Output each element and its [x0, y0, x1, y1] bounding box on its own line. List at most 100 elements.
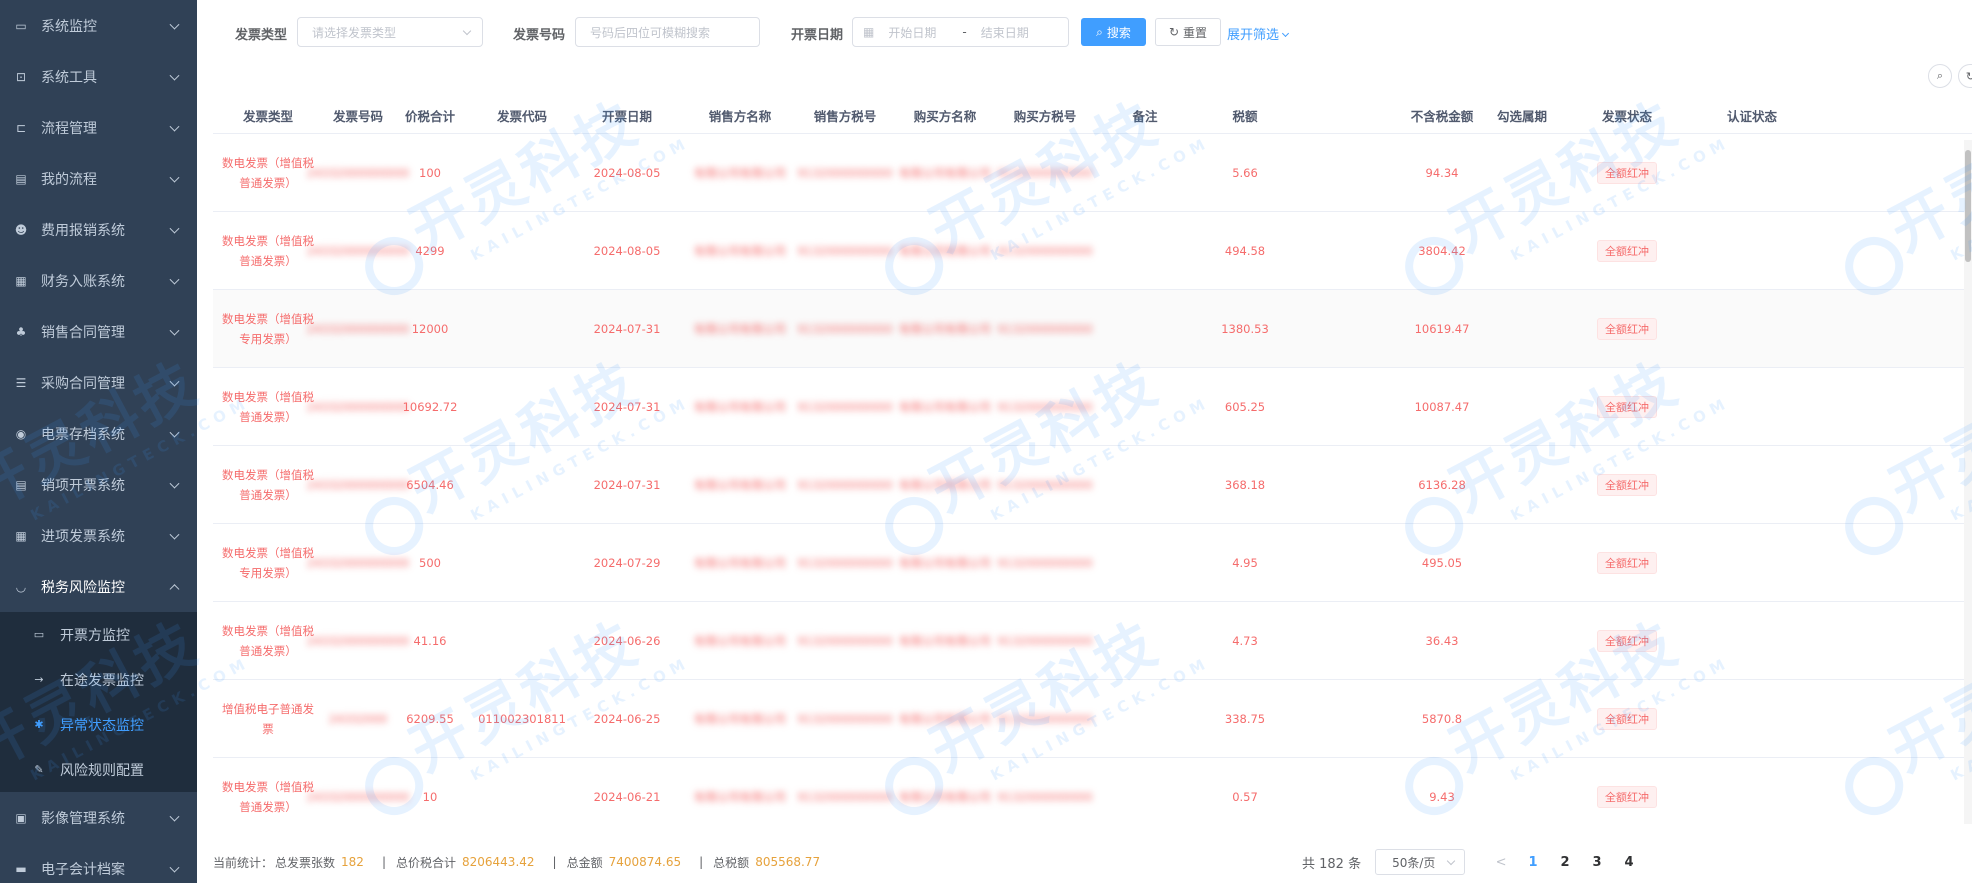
cell-status[interactable]: 全额红冲	[1572, 446, 1682, 524]
cell-status[interactable]: 全额红冲	[1572, 524, 1682, 602]
page-2-button[interactable]: 2	[1549, 855, 1581, 870]
cell-tax: 494.58	[1195, 212, 1295, 290]
table-row[interactable]: 数电发票（增值税普通发票） 24332000000000 10692.72 2024-…	[213, 368, 1972, 446]
sidebar-subitem[interactable]: ✎ 风险规则配置	[0, 747, 197, 792]
summary-footer: 当前统计： 总发票张数 182 | 总价税合计 8206443.42 | 总金额…	[213, 851, 828, 873]
cell-buyer: 有限公司有限公司	[895, 134, 995, 212]
column-header[interactable]: 销售方税号	[795, 96, 895, 134]
sidebar-item[interactable]: ☰ 采购合同管理	[0, 357, 197, 408]
sidebar-item-label: 财务入账系统	[41, 273, 125, 290]
column-header[interactable]: 发票号码	[313, 96, 403, 134]
divider: |	[552, 855, 557, 869]
app-root: ▭ 系统监控 ⊡ 系统工具 ⊏ 流程管理 ▤ 我的流程 ☻ 费用报销系统 ▦ 财务入账系统 ♣ 销售合同管…	[0, 0, 1972, 883]
cell-text: 5870.8	[1421, 712, 1463, 726]
column-header[interactable]: 发票状态	[1572, 96, 1682, 134]
invoice-no-input[interactable]: 号码后四位可模糊搜索	[575, 17, 760, 47]
sidebar-item[interactable]: ▬ 电子会计档案	[0, 843, 197, 883]
cell-note	[1095, 446, 1195, 524]
cell-date: 2024-07-31	[572, 368, 682, 446]
cell-date: 2024-07-31	[572, 290, 682, 368]
sidebar-item[interactable]: ▦ 财务入账系统	[0, 255, 197, 306]
sidebar-subitem[interactable]: ✱ 异常状态监控	[0, 702, 197, 747]
table-row[interactable]: 数电发票（增值税专用发票） 24332000000000 500 2024-07-29…	[213, 524, 1972, 602]
cell-text: 5.66	[1232, 166, 1258, 180]
prev-page-button[interactable]: <	[1491, 855, 1511, 870]
sidebar-item[interactable]: ⊡ 系统工具	[0, 51, 197, 102]
table-row[interactable]: 数电发票（增值税普通发票） 24332000000000 10 2024-06-21 有…	[213, 758, 1972, 824]
cell-text: 有限公司有限公司	[899, 634, 991, 648]
cell-status[interactable]: 全额红冲	[1572, 758, 1682, 824]
column-header[interactable]: 认证状态	[1697, 96, 1807, 134]
expand-filter-link[interactable]: 展开筛选	[1227, 24, 1290, 43]
table-icon: ▦	[15, 528, 27, 543]
date-start-input[interactable]: 开始日期	[888, 24, 948, 41]
pagination: 共 182 条 50条/页 < 1234	[1302, 849, 1645, 875]
column-header[interactable]: 开票日期	[572, 96, 682, 134]
column-header[interactable]: 发票代码	[472, 96, 572, 134]
sidebar-subitem[interactable]: ▭ 开票方监控	[0, 612, 197, 657]
column-header[interactable]: 发票类型	[213, 96, 323, 134]
sidebar-item[interactable]: ◉ 电票存档系统	[0, 408, 197, 459]
cell-status[interactable]: 全额红冲	[1572, 212, 1682, 290]
cell-status[interactable]: 全额红冲	[1572, 680, 1682, 758]
column-header[interactable]: 税额	[1195, 96, 1295, 134]
invoice-type-label: 发票类型	[235, 28, 288, 43]
column-header[interactable]: 勾选属期	[1472, 96, 1572, 134]
cell-seller-tax: 9132000000000	[795, 758, 895, 824]
column-header[interactable]: 销售方名称	[675, 96, 805, 134]
refresh-table-button[interactable]: ↻	[1958, 64, 1972, 88]
sidebar-item[interactable]: ♣ 销售合同管理	[0, 306, 197, 357]
page-4-button[interactable]: 4	[1613, 855, 1645, 870]
sidebar-item[interactable]: ◡ 税务风险监控	[0, 561, 197, 612]
date-end-input[interactable]: 结束日期	[981, 24, 1029, 41]
cell-buyer-tax: 9132000000000	[995, 446, 1095, 524]
cell-status[interactable]: 全额红冲	[1572, 368, 1682, 446]
sidebar-item[interactable]: ⊏ 流程管理	[0, 102, 197, 153]
sidebar-item[interactable]: ☻ 费用报销系统	[0, 204, 197, 255]
column-header[interactable]: 购买方名称	[895, 96, 995, 134]
cell-text: 9132000000000	[797, 478, 893, 492]
chevron-down-icon	[169, 427, 180, 438]
date-range-picker[interactable]: ▦ 开始日期 - 结束日期	[852, 17, 1069, 47]
cell-buyer-tax: 9132000000000	[995, 602, 1095, 680]
cell-auth	[1697, 524, 1807, 602]
search-button[interactable]: ⌕ 搜索	[1081, 18, 1146, 46]
sidebar-item[interactable]: ▭ 系统监控	[0, 0, 197, 51]
cell-seller-tax: 9132000000000	[795, 524, 895, 602]
column-header[interactable]: 备注	[1095, 96, 1195, 134]
page-1-button[interactable]: 1	[1517, 855, 1549, 870]
page-size-select[interactable]: 50条/页	[1375, 849, 1466, 875]
sidebar-item[interactable]: ▦ 进项发票系统	[0, 510, 197, 561]
toggle-search-button[interactable]: ⌕	[1928, 64, 1952, 88]
chevron-down-icon	[169, 325, 180, 336]
sidebar-item[interactable]: ▣ 影像管理系统	[0, 792, 197, 843]
cell-note	[1095, 758, 1195, 824]
cell-tax: 368.18	[1195, 446, 1295, 524]
cell-total: 6504.46	[395, 446, 465, 524]
reset-button[interactable]: ↻ 重置	[1155, 18, 1221, 46]
status-badge: 全额红冲	[1597, 396, 1657, 418]
sidebar-item[interactable]: ▤ 我的流程	[0, 153, 197, 204]
table-scrollbar[interactable]	[1964, 140, 1972, 824]
cell-status[interactable]: 全额红冲	[1572, 602, 1682, 680]
cell-note	[1095, 212, 1195, 290]
table-row[interactable]: 数电发票（增值税普通发票） 24332000000000 100 2024-08-05…	[213, 134, 1972, 212]
invoice-type-select[interactable]: 请选择发票类型	[297, 17, 483, 47]
scrollbar-thumb[interactable]	[1965, 150, 1971, 262]
table-row[interactable]: 数电发票（增值税专用发票） 24332000000000 12000 2024-07-…	[213, 290, 1972, 368]
cell-status[interactable]: 全额红冲	[1572, 134, 1682, 212]
cell-status[interactable]: 全额红冲	[1572, 290, 1682, 368]
table-row[interactable]: 数电发票（增值税普通发票） 24332000000000 4299 2024-08-0…	[213, 212, 1972, 290]
cell-text: 338.75	[1224, 712, 1266, 726]
sidebar-subitem[interactable]: → 在途发票监控	[0, 657, 197, 702]
cell-auth	[1697, 212, 1807, 290]
page-3-button[interactable]: 3	[1581, 855, 1613, 870]
cell-text: 9132000000000	[997, 166, 1093, 180]
table-row[interactable]: 增值税电子普通发票 24332000 6209.55 011002301811 2024…	[213, 680, 1972, 758]
column-header[interactable]: 价税合计	[395, 96, 465, 134]
table-row[interactable]: 数电发票（增值税普通发票） 24332000000000 6504.46 2024-0…	[213, 446, 1972, 524]
column-header[interactable]: 购买方税号	[995, 96, 1095, 134]
sidebar-item[interactable]: ▤ 销项开票系统	[0, 459, 197, 510]
cell-seller: 有限公司有限公司	[675, 134, 805, 212]
table-row[interactable]: 数电发票（增值税普通发票） 24332000000000 41.16 2024-06-…	[213, 602, 1972, 680]
